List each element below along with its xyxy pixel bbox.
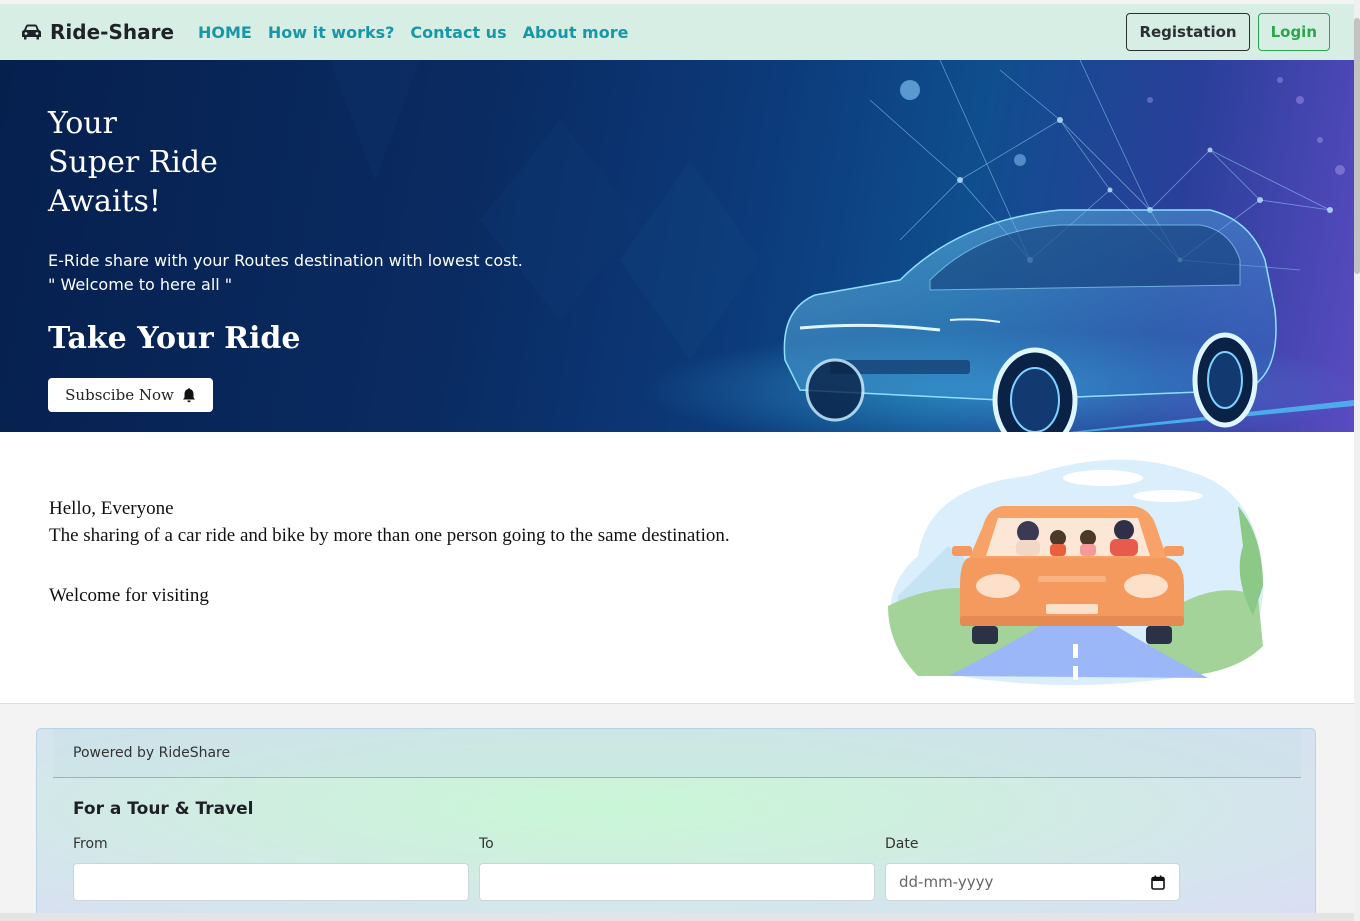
nav-link-contact[interactable]: Contact us <box>410 23 506 42</box>
car-icon <box>22 24 41 40</box>
booking-card: Powered by RideShare For a Tour & Travel… <box>36 728 1316 921</box>
nav-link-about[interactable]: About more <box>523 23 629 42</box>
hero-title: Your Super Ride Awaits! <box>48 104 523 221</box>
hero-title-line: Awaits! <box>48 184 161 219</box>
nav-actions: Registation Login <box>1126 13 1330 51</box>
brand[interactable]: Ride-Share <box>21 20 174 44</box>
registration-button[interactable]: Registation <box>1126 13 1250 51</box>
scrollbar-thumb[interactable] <box>1354 18 1360 274</box>
hero-subtitle-line: E-Ride share with your Routes destinatio… <box>48 251 523 270</box>
to-label: To <box>479 836 494 852</box>
card-title: For a Tour & Travel <box>73 799 254 819</box>
hero-title-line: Super Ride <box>48 145 218 180</box>
hero-text: Your Super Ride Awaits! E-Ride share wit… <box>48 104 523 356</box>
scrollbar[interactable] <box>1354 0 1360 921</box>
date-placeholder: dd-mm-yyyy <box>899 873 994 891</box>
date-label: Date <box>885 836 919 852</box>
welcome-section: Hello, Everyone The sharing of a car rid… <box>0 432 1354 704</box>
brand-name: Ride-Share <box>50 20 175 44</box>
navbar: Ride-Share HOME How it works? Contact us… <box>0 4 1354 60</box>
from-input[interactable] <box>73 863 469 901</box>
hero-subtitle: E-Ride share with your Routes destinatio… <box>48 249 523 297</box>
greeting: Hello, Everyone <box>49 498 174 519</box>
hero-title-line: Your <box>48 106 117 141</box>
hero-subtitle-line: " Welcome to here all " <box>48 275 233 294</box>
nav-links: HOME How it works? Contact us About more <box>198 23 628 42</box>
from-label: From <box>73 836 108 852</box>
subscribe-label: Subscibe Now <box>65 386 174 404</box>
description: The sharing of a car ride and bike by mo… <box>49 525 730 546</box>
welcome-visit: Welcome for visiting <box>49 585 209 606</box>
to-input[interactable] <box>479 863 875 901</box>
hero-banner: Your Super Ride Awaits! E-Ride share wit… <box>0 60 1354 432</box>
card-header: Powered by RideShare <box>53 729 1301 778</box>
login-button[interactable]: Login <box>1257 13 1330 51</box>
family-car-illustration <box>888 459 1263 685</box>
hero-cta-title: Take Your Ride <box>48 321 301 356</box>
date-input[interactable]: dd-mm-yyyy <box>885 863 1180 901</box>
welcome-text: Hello, Everyone The sharing of a car rid… <box>49 495 730 609</box>
bell-icon <box>182 388 195 403</box>
nav-link-how-it-works[interactable]: How it works? <box>268 23 395 42</box>
nav-link-home[interactable]: HOME <box>198 23 252 42</box>
subscribe-button[interactable]: Subscibe Now <box>48 378 213 412</box>
calendar-icon[interactable] <box>1151 875 1165 890</box>
bottom-bar <box>0 913 1360 921</box>
